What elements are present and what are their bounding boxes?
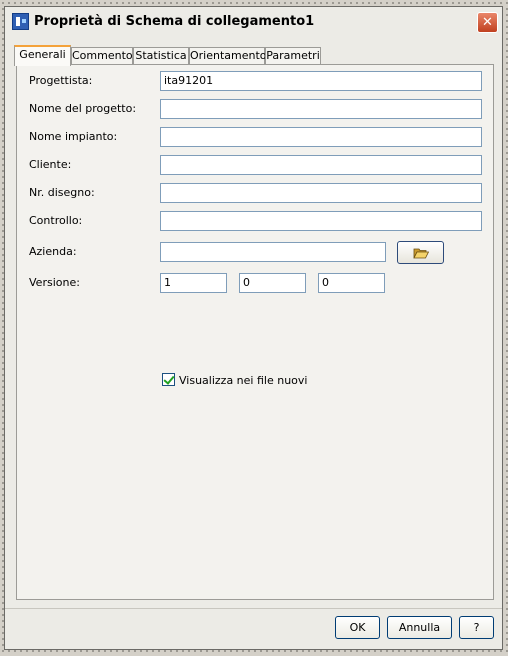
azienda-field[interactable] <box>160 242 386 262</box>
label-cliente: Cliente: <box>29 158 72 171</box>
progettista-field[interactable]: ita91201 <box>160 71 482 91</box>
properties-dialog: Proprietà di Schema di collegamento1 ✕ G… <box>4 6 503 650</box>
label-versione: Versione: <box>29 276 80 289</box>
show-in-new-files-checkbox[interactable] <box>162 373 175 386</box>
app-icon <box>12 13 29 30</box>
close-button[interactable]: ✕ <box>477 12 498 33</box>
label-nome-impianto: Nome impianto: <box>29 130 118 143</box>
title-bar[interactable]: Proprietà di Schema di collegamento1 ✕ <box>5 7 502 37</box>
label-progettista: Progettista: <box>29 74 93 87</box>
label-nr-disegno: Nr. disegno: <box>29 186 95 199</box>
version-major-field[interactable]: 1 <box>160 273 227 293</box>
help-button[interactable]: ? <box>459 616 494 639</box>
tab-parametri[interactable]: Parametri <box>265 47 321 64</box>
tab-commento[interactable]: Commento <box>71 47 133 64</box>
window-title: Proprietà di Schema di collegamento1 <box>34 14 315 29</box>
controllo-field[interactable] <box>160 211 482 231</box>
nome-impianto-field[interactable] <box>160 127 482 147</box>
version-patch-field[interactable]: 0 <box>318 273 385 293</box>
version-minor-field[interactable]: 0 <box>239 273 306 293</box>
cliente-field[interactable] <box>160 155 482 175</box>
label-controllo: Controllo: <box>29 214 83 227</box>
nome-progetto-field[interactable] <box>160 99 482 119</box>
cancel-button[interactable]: Annulla <box>387 616 452 639</box>
label-nome-progetto: Nome del progetto: <box>29 102 137 115</box>
tab-statistica[interactable]: Statistica <box>133 47 189 64</box>
ok-button[interactable]: OK <box>335 616 380 639</box>
label-azienda: Azienda: <box>29 245 77 258</box>
tab-orientamento[interactable]: Orientamento <box>189 47 267 64</box>
open-folder-icon <box>413 248 429 259</box>
nr-disegno-field[interactable] <box>160 183 482 203</box>
browse-folder-button[interactable] <box>397 241 444 264</box>
tab-generali[interactable]: Generali <box>14 45 71 66</box>
footer-separator <box>5 608 502 609</box>
show-in-new-files-label[interactable]: Visualizza nei file nuovi <box>179 374 307 387</box>
